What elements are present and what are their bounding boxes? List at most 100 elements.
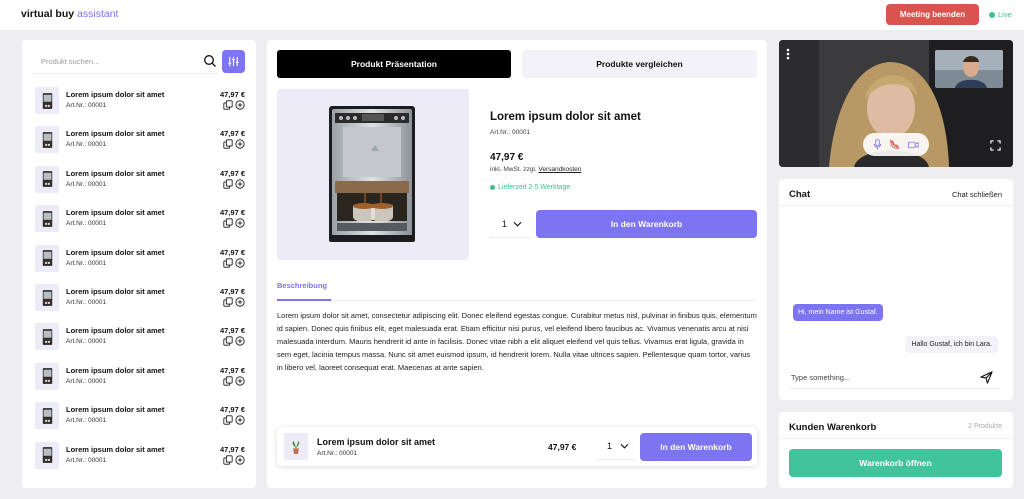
copy-icon[interactable] xyxy=(223,139,233,151)
copy-icon[interactable] xyxy=(223,179,233,191)
product-list-item-actions xyxy=(223,179,245,191)
add-circle-icon[interactable] xyxy=(235,100,245,112)
product-description: Lorem ipsum dolor sit amet, consectetur … xyxy=(277,311,757,372)
product-search xyxy=(32,50,219,74)
product-list-item-price: 47,97 € xyxy=(219,168,245,178)
sticky-product-thumbnail xyxy=(284,433,308,460)
product-image xyxy=(277,89,469,260)
product-list-item-price: 47,97 € xyxy=(219,90,245,99)
camera-icon[interactable] xyxy=(908,141,919,149)
live-indicator: Live xyxy=(989,10,1012,19)
product-list-item-article: Art.Nr.: 00001 xyxy=(66,180,107,188)
product-search-input[interactable] xyxy=(32,50,182,72)
open-basket-button[interactable]: Warenkorb öffnen xyxy=(789,449,1002,477)
more-vertical-icon[interactable] xyxy=(786,48,790,60)
product-tax-info: inkl. MwSt. zzgl. Versandkosten xyxy=(490,166,581,173)
close-chat-link[interactable]: Chat schließen xyxy=(952,190,1002,199)
self-video-pip[interactable] xyxy=(935,50,1003,88)
copy-icon[interactable] xyxy=(223,336,233,348)
product-list-item[interactable]: Lorem ipsum dolor sit amet Art.Nr.: 00001… xyxy=(22,441,256,480)
copy-icon[interactable] xyxy=(223,100,233,112)
product-list-item-title: Lorem ipsum dolor sit amet xyxy=(66,365,165,375)
search-icon[interactable] xyxy=(203,54,217,68)
add-circle-icon[interactable] xyxy=(235,139,245,151)
add-circle-icon[interactable] xyxy=(235,218,245,230)
product-price: 47,97 € xyxy=(490,152,524,163)
product-list-item-price: 47,97 € xyxy=(219,326,245,336)
product-list-item[interactable]: Lorem ipsum dolor sit amet Art.Nr.: 00001… xyxy=(22,244,256,283)
fullscreen-icon[interactable] xyxy=(990,140,1001,151)
brand-subtitle: assistant xyxy=(77,8,119,20)
sticky-quantity-value: 1 xyxy=(607,441,613,451)
filter-sliders-icon xyxy=(228,56,239,67)
product-list-item-article: Art.Nr.: 00001 xyxy=(66,377,107,385)
product-list-item[interactable]: Lorem ipsum dolor sit amet Art.Nr.: 00001… xyxy=(22,401,256,440)
product-list-item[interactable]: Lorem ipsum dolor sit amet Art.Nr.: 00001… xyxy=(22,283,256,322)
tab-description[interactable]: Beschreibung xyxy=(277,281,327,290)
copy-icon[interactable] xyxy=(223,376,233,388)
sticky-quantity-select[interactable]: 1 xyxy=(595,433,637,460)
add-circle-icon[interactable] xyxy=(235,376,245,388)
tab-divider xyxy=(277,300,757,301)
tab-compare-products[interactable]: Produkte vergleichen xyxy=(522,50,757,78)
copy-icon[interactable] xyxy=(223,258,233,270)
quantity-select[interactable]: 1 xyxy=(490,210,532,238)
product-thumbnail xyxy=(35,87,59,114)
product-list-item-price: 47,97 € xyxy=(219,444,245,454)
product-list-item-title: Lorem ipsum dolor sit amet xyxy=(66,129,165,139)
chat-title: Chat xyxy=(789,189,811,200)
sticky-add-to-cart-button[interactable]: In den Warenkorb xyxy=(640,433,752,461)
product-thumbnail xyxy=(35,441,59,469)
chevron-down-icon xyxy=(620,443,629,449)
copy-icon[interactable] xyxy=(223,297,233,309)
add-to-cart-button[interactable]: In den Warenkorb xyxy=(536,210,757,238)
hang-up-icon[interactable] xyxy=(889,139,900,150)
shipping-cost-link[interactable]: Versandkosten xyxy=(538,166,581,173)
video-controls xyxy=(863,133,929,156)
add-circle-icon[interactable] xyxy=(235,415,245,427)
tab-product-presentation[interactable]: Produkt Präsentation xyxy=(277,50,511,78)
add-circle-icon[interactable] xyxy=(235,258,245,270)
end-meeting-button[interactable]: Meeting beenden xyxy=(886,4,979,25)
product-list-item-title: Lorem ipsum dolor sit amet xyxy=(66,444,165,454)
product-list-item[interactable]: Lorem ipsum dolor sit amet Art.Nr.: 00001… xyxy=(22,322,256,361)
product-list-item[interactable]: Lorem ipsum dolor sit amet Art.Nr.: 00001… xyxy=(22,125,256,164)
product-list-item-article: Art.Nr.: 00001 xyxy=(66,338,107,346)
add-circle-icon[interactable] xyxy=(235,179,245,191)
live-label: Live xyxy=(998,10,1012,19)
product-list-item[interactable]: Lorem ipsum dolor sit amet Art.Nr.: 00001… xyxy=(22,165,256,204)
product-list-item-actions xyxy=(223,258,245,270)
product-list-item[interactable]: Lorem ipsum dolor sit amet Art.Nr.: 00001… xyxy=(22,362,256,401)
add-circle-icon[interactable] xyxy=(235,455,245,467)
product-list-item-title: Lorem ipsum dolor sit amet xyxy=(66,90,165,99)
copy-icon[interactable] xyxy=(223,455,233,467)
filter-button[interactable] xyxy=(222,50,245,73)
top-bar: virtual buy assistant Meeting beenden Li… xyxy=(0,0,1024,30)
chat-panel: Chat Chat schließen Hi, mein Name ist Gu… xyxy=(779,179,1013,400)
microphone-icon[interactable] xyxy=(873,139,882,150)
copy-icon[interactable] xyxy=(223,415,233,427)
product-list-item-title: Lorem ipsum dolor sit amet xyxy=(66,287,165,296)
copy-icon[interactable] xyxy=(223,218,233,230)
product-list-item-title: Lorem ipsum dolor sit amet xyxy=(66,208,165,218)
add-circle-icon[interactable] xyxy=(235,336,245,348)
chat-message-input[interactable] xyxy=(789,367,969,387)
product-list-item-article: Art.Nr.: 00001 xyxy=(66,417,107,425)
product-thumbnail xyxy=(35,362,59,390)
chat-input-field xyxy=(789,367,1001,389)
product-list-item-title: Lorem ipsum dolor sit amet xyxy=(66,326,165,336)
product-list-item-article: Art.Nr.: 00001 xyxy=(66,220,107,228)
product-list-item[interactable]: Lorem ipsum dolor sit amet Art.Nr.: 00001… xyxy=(22,204,256,243)
basket-divider xyxy=(779,438,1013,439)
product-presentation-panel: Produkt Präsentation Produkte vergleiche… xyxy=(267,40,767,488)
product-list-item-title: Lorem ipsum dolor sit amet xyxy=(66,168,165,178)
product-list-item-price: 47,97 € xyxy=(219,287,245,296)
product-thumbnail xyxy=(35,205,59,233)
add-circle-icon[interactable] xyxy=(235,297,245,309)
product-list-item[interactable]: Lorem ipsum dolor sit amet Art.Nr.: 00001… xyxy=(22,86,256,125)
send-icon[interactable] xyxy=(980,371,993,384)
product-list-item-article: Art.Nr.: 00001 xyxy=(66,102,107,109)
product-list-item-price: 47,97 € xyxy=(219,208,245,218)
chevron-down-icon xyxy=(513,221,522,227)
product-thumbnail xyxy=(35,402,59,430)
